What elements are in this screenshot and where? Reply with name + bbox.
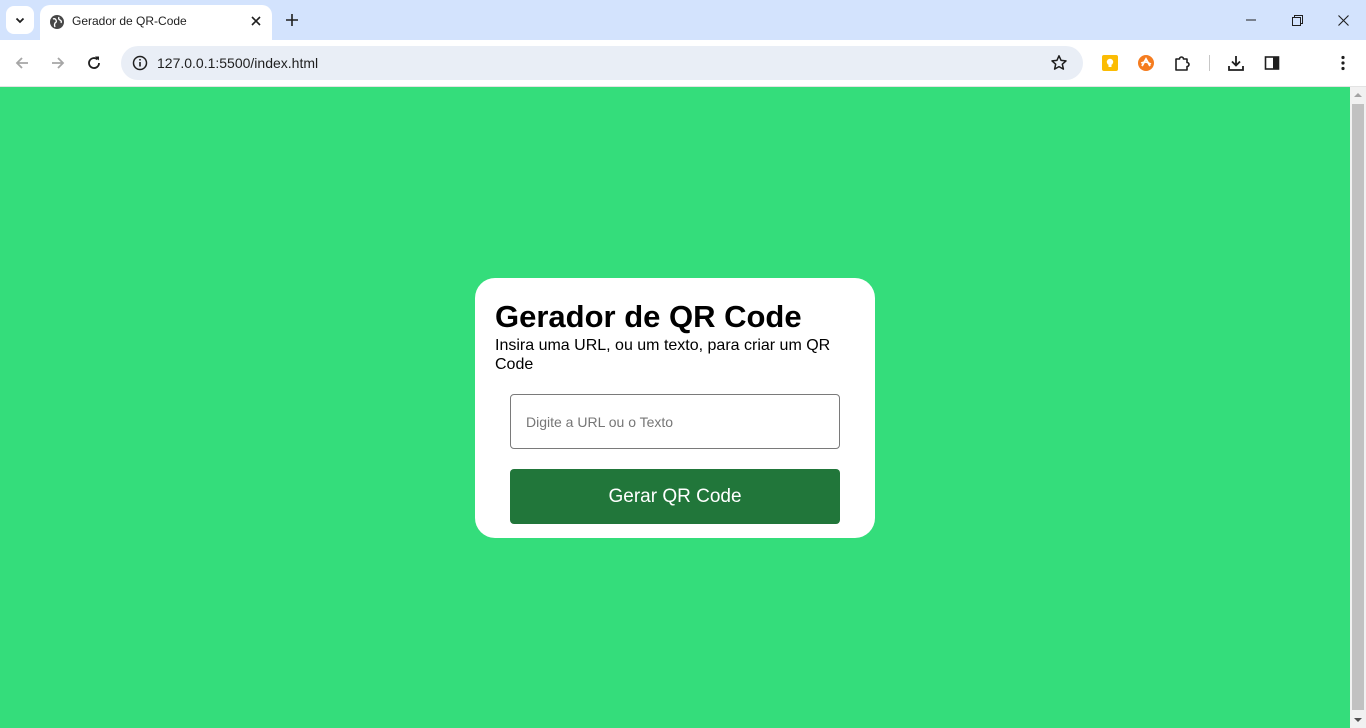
reload-icon — [88, 56, 100, 69]
browser-tab[interactable]: Gerador de QR-Code — [40, 5, 272, 40]
new-tab-button[interactable] — [280, 8, 304, 32]
browser-toolbar: 127.0.0.1:5500/index.html — [0, 40, 1366, 87]
tab-title: Gerador de QR-Code — [72, 14, 187, 28]
url-text: 127.0.0.1:5500/index.html — [157, 55, 319, 71]
scrollbar-thumb[interactable] — [1352, 104, 1364, 710]
generate-qr-button[interactable]: Gerar QR Code — [510, 469, 840, 524]
site-info-button[interactable] — [127, 50, 153, 76]
scroll-down-button[interactable] — [1350, 712, 1366, 728]
forward-button[interactable] — [45, 50, 71, 76]
minimize-button[interactable] — [1228, 0, 1274, 40]
toolbar-divider — [1209, 55, 1210, 71]
puzzle-icon — [1175, 56, 1190, 71]
qr-generator-card: Gerador de QR Code Insira uma URL, ou um… — [475, 278, 875, 538]
plus-icon — [286, 14, 298, 26]
chevron-down-icon — [15, 17, 25, 24]
extensions-button[interactable] — [1169, 50, 1195, 76]
page-viewport: Gerador de QR Code Insira uma URL, ou um… — [0, 87, 1350, 728]
reload-button[interactable] — [81, 50, 107, 76]
page-subtitle: Insira uma URL, ou um texto, para criar … — [495, 337, 831, 373]
star-icon — [1051, 55, 1067, 70]
tab-search-button[interactable] — [6, 6, 34, 34]
triangle-up-icon — [1354, 93, 1362, 97]
globe-icon — [50, 15, 64, 29]
tab-close-button[interactable] — [246, 11, 266, 31]
url-text-input[interactable] — [510, 394, 840, 449]
info-icon — [132, 55, 148, 71]
downloads-button[interactable] — [1223, 50, 1249, 76]
bookmark-button[interactable] — [1047, 51, 1071, 75]
side-panel-button[interactable] — [1259, 50, 1285, 76]
keep-extension-button[interactable] — [1097, 50, 1123, 76]
close-icon — [251, 16, 261, 26]
page-title: Gerador de QR Code — [495, 299, 802, 334]
arrow-right-icon — [52, 57, 65, 69]
vertical-scrollbar[interactable] — [1350, 87, 1366, 728]
arrow-left-icon — [15, 57, 28, 69]
back-button[interactable] — [9, 50, 35, 76]
close-icon — [1337, 14, 1349, 26]
keep-extension-icon — [1102, 55, 1118, 71]
orange-extension-icon — [1138, 55, 1154, 71]
close-window-button[interactable] — [1320, 0, 1366, 40]
download-icon — [1228, 56, 1244, 71]
menu-button[interactable] — [1330, 50, 1356, 76]
side-panel-icon — [1264, 56, 1280, 70]
tab-strip: Gerador de QR-Code — [0, 0, 1366, 40]
address-bar[interactable]: 127.0.0.1:5500/index.html — [121, 46, 1083, 80]
orange-extension-button[interactable] — [1133, 50, 1159, 76]
scroll-up-button[interactable] — [1350, 87, 1366, 103]
kebab-menu-icon — [1341, 55, 1345, 71]
minimize-icon — [1246, 19, 1256, 21]
restore-button[interactable] — [1274, 0, 1320, 40]
triangle-down-icon — [1354, 718, 1362, 722]
restore-icon — [1291, 14, 1303, 26]
